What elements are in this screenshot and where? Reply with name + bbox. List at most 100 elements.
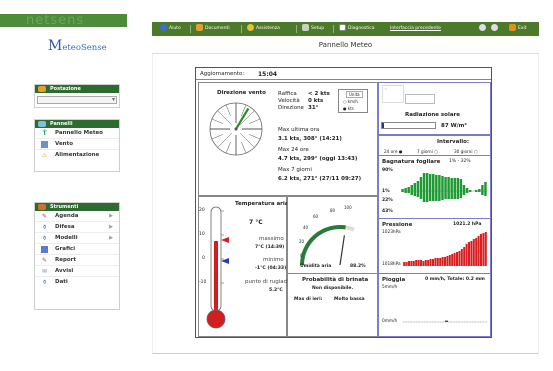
menu-item-avvisi[interactable]: ✉ Avvisi bbox=[35, 266, 119, 277]
leaf-bar-down bbox=[459, 191, 463, 198]
units-label: Unità bbox=[346, 91, 363, 98]
menu-item-vento[interactable]: Vento bbox=[35, 139, 119, 150]
humidity-value: 88.2% bbox=[350, 264, 366, 269]
leaf-bar-down bbox=[481, 191, 484, 195]
leaf-bar-up bbox=[453, 178, 456, 191]
leaf-bar-down bbox=[401, 191, 404, 192]
alert-icon: ✉ bbox=[41, 268, 48, 275]
massimo-label: massimo bbox=[259, 236, 284, 242]
pressure-bar bbox=[432, 259, 434, 266]
leaf-tick-43: 43% bbox=[382, 209, 393, 214]
humidity-cell: 0 20 40 60 80 100 Umidità aria 88.2% Pro… bbox=[287, 196, 378, 337]
leaf-tick-90: 90% bbox=[382, 168, 393, 173]
hum-scale-80: 80 bbox=[330, 208, 336, 213]
agenda-icon: ✎ bbox=[41, 213, 48, 220]
leaf-bar-up bbox=[432, 174, 435, 191]
unit-kmh-radio[interactable]: ○ km/h bbox=[343, 99, 358, 104]
page-title: Pannello Meteo bbox=[152, 36, 539, 54]
interfaccia-precedente-link[interactable]: Interfaccia precedente bbox=[390, 22, 441, 36]
sensor-icon: Ť bbox=[42, 130, 47, 137]
menu-label: Pannello Meteo bbox=[55, 130, 103, 136]
pressure-value: 1021.2 hPa bbox=[453, 222, 482, 227]
interval-30d-label: 30 giorni bbox=[454, 149, 473, 154]
meteosense-logo: MeteoSense bbox=[48, 38, 108, 54]
pressure-bar bbox=[422, 261, 425, 266]
assistenza-button[interactable]: Assistenza bbox=[247, 22, 280, 36]
data-icon: ⚱ bbox=[41, 279, 48, 286]
pressure-bar bbox=[465, 244, 468, 266]
strumenti-header-label: Strumenti bbox=[50, 204, 79, 210]
rain-bottom: 0mm/h bbox=[382, 319, 398, 324]
leaf-bar-up bbox=[410, 185, 413, 191]
exit-label: Exit bbox=[518, 26, 527, 31]
pressure-bar bbox=[415, 260, 418, 266]
models-icon: ⚱ bbox=[41, 235, 48, 242]
pressure-bar bbox=[434, 258, 437, 266]
pressure-bar bbox=[477, 236, 480, 266]
interval-7d-radio[interactable]: 7 giorni ○ bbox=[417, 149, 438, 154]
leaf-bar-up bbox=[475, 190, 478, 191]
interval-30d-radio[interactable]: 30 giorni ○ bbox=[454, 149, 478, 154]
max-7-value: 6.2 kts, 271° (27/11 09:27) bbox=[278, 176, 362, 182]
pressure-bar bbox=[441, 257, 444, 266]
leaf-bar-up bbox=[422, 173, 426, 191]
leaf-bar-down bbox=[404, 191, 407, 193]
menu-item-modelli[interactable]: ⚱ Modelli ▶ bbox=[35, 233, 119, 244]
interfaccia-label: Interfaccia precedente bbox=[390, 26, 441, 31]
menu-item-agenda[interactable]: ✎ Agenda ▶ bbox=[35, 211, 119, 222]
postazione-select[interactable] bbox=[37, 96, 117, 104]
documenti-button[interactable]: Documenti bbox=[196, 22, 230, 36]
aiuto-button[interactable]: Aiuto bbox=[160, 22, 181, 36]
strumenti-box: Strumenti ✎ Agenda ▶ ⚱ Difesa ▶ ⚱ Modelli ▶ Gr… bbox=[34, 202, 120, 310]
menu-item-dati[interactable]: ⚱ Dati bbox=[35, 277, 119, 288]
zoom-out-button[interactable] bbox=[491, 22, 500, 36]
hum-scale-100: 100 bbox=[344, 205, 352, 210]
menu-label: Difesa bbox=[55, 224, 75, 230]
rain-chart bbox=[403, 320, 487, 323]
menu-item-report[interactable]: ✎ Report bbox=[35, 255, 119, 266]
temperature-cell: 20 10 0 -10 Temperatura aria 7 °C massim… bbox=[198, 196, 291, 337]
velocita-value: 0 kts bbox=[308, 98, 324, 104]
interval-24h-radio[interactable]: 24 ore ● bbox=[384, 149, 402, 154]
leaf-bar-down bbox=[453, 191, 456, 199]
pressure-bar bbox=[420, 260, 422, 266]
menu-item-grafici[interactable]: Grafici bbox=[35, 244, 119, 255]
pressure-bar bbox=[448, 255, 451, 266]
pressure-bar bbox=[475, 238, 478, 266]
pressure-bar bbox=[482, 233, 485, 266]
setup-button[interactable]: Setup bbox=[302, 22, 324, 36]
leaf-bar-up bbox=[459, 179, 463, 191]
interval-title: Intervallo: bbox=[437, 139, 470, 145]
leaf-bar-up bbox=[478, 189, 481, 191]
page-scrollbar[interactable] bbox=[541, 22, 553, 371]
temperature-title: Temperatura aria bbox=[235, 201, 289, 207]
unit-kmh-label: km/h bbox=[347, 99, 358, 104]
leaf-tick-22: 22% bbox=[382, 198, 393, 203]
pressure-bar bbox=[424, 260, 427, 266]
pressure-bar bbox=[408, 261, 410, 266]
diagnostica-button[interactable]: Diagnostica bbox=[339, 22, 375, 36]
pressure-bar bbox=[470, 241, 473, 266]
menu-item-difesa[interactable]: ⚱ Difesa ▶ bbox=[35, 222, 119, 233]
unit-kts-radio[interactable]: ● kts bbox=[343, 106, 354, 111]
menu-label: Agenda bbox=[55, 213, 79, 219]
exit-button[interactable]: Exit bbox=[509, 22, 527, 36]
pressure-bar bbox=[480, 234, 482, 266]
meteo-panel: Aggiornamento: 15:04 Direzione vento Raf… bbox=[195, 67, 492, 338]
radiation-bar bbox=[381, 122, 436, 129]
menu-item-alimentazione[interactable]: ⚠ Alimentazione bbox=[35, 150, 119, 161]
rain-top: 5mm/h bbox=[382, 285, 398, 290]
brand-banner: netsens bbox=[0, 14, 127, 27]
rain-bar bbox=[445, 320, 448, 322]
leaf-bar-down bbox=[444, 191, 447, 199]
aggiornamento-time: 15:04 bbox=[258, 71, 278, 78]
aggiornamento-label: Aggiornamento: bbox=[200, 71, 245, 77]
leaf-bar-down bbox=[478, 191, 481, 192]
leaf-bar-up bbox=[435, 175, 438, 191]
leaf-bar-down bbox=[438, 191, 441, 201]
zoom-in-button[interactable] bbox=[479, 22, 488, 36]
massimo-value: 7°C (14:39) bbox=[255, 245, 285, 250]
assistance-icon bbox=[247, 24, 254, 31]
leaf-bar-up bbox=[416, 181, 420, 191]
menu-item-pannello-meteo[interactable]: Ť Pannello Meteo bbox=[35, 128, 119, 139]
